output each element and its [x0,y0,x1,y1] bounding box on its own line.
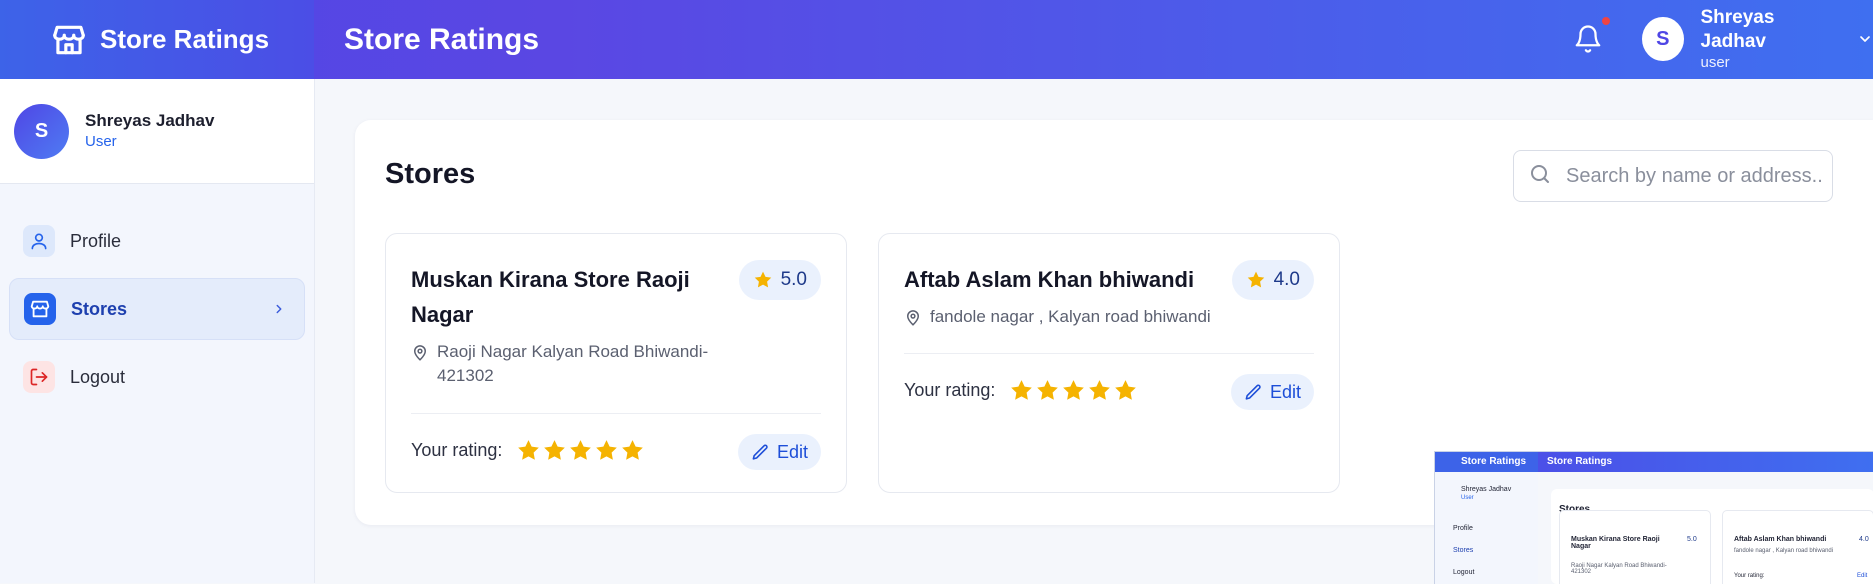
bell-icon[interactable] [1573,24,1603,54]
sidebar-item-label: Profile [70,230,122,251]
pencil-icon [1245,384,1261,400]
sidebar-nav: Profile Stores Logout [0,184,314,408]
sidebar-user-role: User [85,133,117,150]
thumbnail-your-rating: Your rating: [1734,573,1765,579]
star-icon[interactable] [594,438,619,463]
map-pin-icon [906,310,920,326]
thumbnail-brand-title: Store Ratings [1461,456,1527,467]
thumbnail-store-name: Muskan Kirana Store Raoji Nagar [1571,536,1660,550]
user-menu[interactable]: S Shreyas Jadhav user [1642,7,1873,71]
sidebar-item-stores[interactable]: Stores [9,278,305,340]
your-rating: Your rating: [411,438,646,463]
thumbnail-user-name: Shreyas Jadhav [1461,486,1512,493]
star-icon[interactable] [1087,378,1112,403]
section-title: Stores [385,158,476,190]
map-pin-icon [413,345,427,361]
store-address: Raoji Nagar Kalyan Road Bhiwandi-421302 [411,340,741,388]
rating-value: 4.0 [1273,269,1300,290]
brand-title: Store Ratings [100,24,270,54]
store-icon [24,293,56,325]
avatar: S [1642,17,1684,61]
sidebar-item-label: Logout [70,366,126,387]
star-icon[interactable] [1035,378,1060,403]
sidebar-item-profile[interactable]: Profile [9,210,305,272]
edit-button[interactable]: Edit [737,434,821,470]
star-icon [1247,271,1264,288]
search-box[interactable] [1513,150,1833,202]
logout-icon [23,361,55,393]
your-rating-label: Your rating: [411,440,503,460]
star-icon[interactable] [1113,378,1138,403]
star-icon[interactable] [568,438,593,463]
page-title: Store Ratings [344,22,540,56]
sidebar-item-logout[interactable]: Logout [9,346,305,408]
screenshot-thumbnail[interactable]: Store Ratings Store Ratings Shreyas Jadh… [1434,451,1873,584]
store-name: Muskan Kirana Store Raoji Nagar [411,267,690,327]
user-role: user [1700,54,1730,71]
sidebar-user-name: Shreyas Jadhav [85,111,215,130]
star-icon[interactable] [620,438,645,463]
edit-label: Edit [1269,381,1301,402]
user-name: Shreyas Jadhav [1700,7,1775,52]
address-text: Raoji Nagar Kalyan Road Bhiwandi-421302 [437,342,709,385]
store-card: Muskan Kirana Store Raoji Nagar 5.0 Raoj… [385,233,847,493]
star-icon[interactable] [542,438,567,463]
star-icon[interactable] [516,438,541,463]
pencil-icon [752,444,768,460]
user-info: Shreyas Jadhav user [1701,6,1838,72]
chevron-down-icon[interactable] [1857,31,1873,47]
sidebar-item-label: Stores [71,298,128,319]
search-input[interactable] [1564,163,1828,189]
star-icon[interactable] [1061,378,1086,403]
user-icon [23,225,55,257]
address-text: fandole nagar , Kalyan road bhiwandi [930,307,1211,326]
notification-dot [1602,17,1610,25]
star-icon [754,271,771,288]
thumbnail-edit: Edit [1857,573,1868,579]
thumbnail-store-address: fandole nagar , Kalyan road bhiwandi [1734,548,1834,554]
search-icon [1528,162,1552,191]
thumbnail-store-rating: 5.0 [1687,536,1697,543]
your-rating-label: Your rating: [904,380,996,400]
star-rating[interactable] [1009,378,1139,403]
thumbnail-store-rating: 4.0 [1859,536,1869,543]
thumbnail-user-role: User [1461,495,1474,501]
chevron-right-icon [272,302,286,316]
rating-value: 5.0 [780,269,807,290]
star-rating[interactable] [516,438,646,463]
star-icon[interactable] [1009,378,1034,403]
sidebar: S Shreyas Jadhav User Profile Stores Log… [0,79,315,583]
store-name: Aftab Aslam Khan bhiwandi [904,267,1195,292]
thumbnail-store-name: Aftab Aslam Khan bhiwandi [1734,536,1827,543]
rating-badge: 5.0 [738,260,821,300]
store-icon [50,21,88,59]
thumbnail-page-title: Store Ratings [1547,456,1613,467]
store-address: fandole nagar , Kalyan road bhiwandi [904,305,1304,329]
store-card: Aftab Aslam Khan bhiwandi 4.0 fandole na… [878,233,1340,493]
divider [904,353,1314,354]
your-rating: Your rating: [904,378,1139,403]
sidebar-user: S Shreyas Jadhav User [0,79,314,184]
edit-label: Edit [776,441,808,462]
brand[interactable]: Store Ratings [0,0,314,79]
thumbnail-nav-item: Profile [1453,525,1473,532]
rating-badge: 4.0 [1231,260,1314,300]
edit-button[interactable]: Edit [1230,374,1314,410]
thumbnail-nav-item: Logout [1453,569,1475,576]
thumbnail-nav-item: Stores [1453,547,1474,554]
avatar: S [14,103,69,159]
top-header: Store Ratings Store Ratings S Shreyas Ja… [0,0,1873,79]
thumbnail-store-address: Raoji Nagar Kalyan Road Bhiwandi-421302 [1571,563,1667,575]
divider [411,413,821,414]
